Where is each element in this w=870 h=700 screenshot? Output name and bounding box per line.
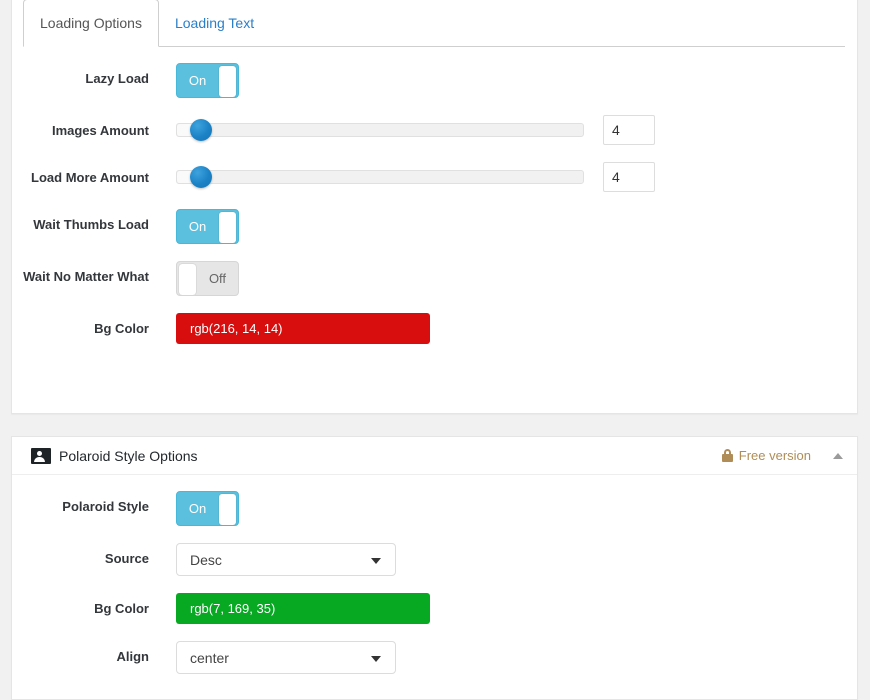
loading-bg-color-label: Bg Color bbox=[94, 321, 149, 336]
row-polaroid-bg-color: Bg Color rgb(7, 169, 35) bbox=[12, 593, 857, 624]
row-load-more-amount: Load More Amount bbox=[12, 162, 857, 192]
images-amount-input[interactable] bbox=[603, 115, 655, 145]
polaroid-card-icon bbox=[31, 447, 51, 464]
polaroid-header-actions: Free version bbox=[721, 448, 843, 463]
toggle-knob bbox=[179, 264, 196, 295]
load-more-amount-slider[interactable] bbox=[176, 166, 584, 188]
polaroid-options-form: Polaroid Style On Source Desc Bg Color r… bbox=[12, 475, 857, 674]
images-amount-control bbox=[149, 115, 857, 145]
row-images-amount: Images Amount bbox=[12, 115, 857, 145]
settings-screen: Loading Options Loading Text Lazy Load O… bbox=[0, 0, 870, 700]
row-source: Source Desc bbox=[12, 543, 857, 576]
tab-bar: Loading Options Loading Text bbox=[12, 0, 857, 47]
free-version-label: Free version bbox=[738, 448, 811, 463]
row-wait-no-matter-what: Wait No Matter What Off bbox=[12, 261, 857, 296]
loading-bg-color-value: rgb(216, 14, 14) bbox=[190, 321, 283, 336]
row-align: Align center bbox=[12, 641, 857, 674]
lazy-load-toggle[interactable]: On bbox=[176, 63, 239, 98]
load-more-amount-control bbox=[149, 162, 857, 192]
align-label: Align bbox=[116, 649, 150, 664]
load-more-amount-slider-wrap bbox=[176, 162, 857, 192]
tab-loading-options-label: Loading Options bbox=[40, 15, 142, 31]
polaroid-bg-color-value: rgb(7, 169, 35) bbox=[190, 601, 276, 616]
polaroid-style-options-panel: Polaroid Style Options Free version Pola… bbox=[11, 436, 858, 700]
polaroid-style-toggle-label: On bbox=[188, 501, 207, 516]
chevron-down-icon bbox=[371, 655, 381, 662]
polaroid-style-control: On bbox=[149, 491, 857, 526]
source-select[interactable]: Desc bbox=[176, 543, 396, 576]
source-label: Source bbox=[104, 551, 149, 566]
loading-bg-color-swatch[interactable]: rgb(216, 14, 14) bbox=[176, 313, 430, 344]
polaroid-panel-title: Polaroid Style Options bbox=[31, 447, 198, 464]
source-control: Desc bbox=[149, 543, 857, 576]
toggle-knob bbox=[219, 66, 236, 97]
wait-no-matter-what-toggle[interactable]: Off bbox=[176, 261, 239, 296]
polaroid-bg-color-label: Bg Color bbox=[94, 601, 149, 616]
row-polaroid-style: Polaroid Style On bbox=[12, 491, 857, 526]
images-amount-slider-wrap bbox=[176, 115, 857, 145]
align-select-value: center bbox=[190, 649, 229, 666]
loading-bg-color-control: rgb(216, 14, 14) bbox=[149, 313, 857, 344]
toggle-knob bbox=[219, 494, 236, 525]
wait-thumbs-load-toggle-label: On bbox=[188, 219, 207, 234]
polaroid-style-label: Polaroid Style bbox=[62, 499, 149, 514]
row-lazy-load: Lazy Load On bbox=[12, 63, 857, 98]
align-control: center bbox=[149, 641, 857, 674]
lock-icon bbox=[721, 449, 733, 462]
images-amount-slider[interactable] bbox=[176, 119, 584, 141]
slider-handle[interactable] bbox=[190, 166, 213, 188]
load-more-amount-input[interactable] bbox=[603, 162, 655, 192]
source-select-value: Desc bbox=[190, 551, 222, 568]
wait-no-matter-what-toggle-label: Off bbox=[208, 271, 227, 286]
polaroid-panel-header[interactable]: Polaroid Style Options Free version bbox=[12, 437, 857, 475]
tab-loading-text-label: Loading Text bbox=[174, 15, 255, 31]
lock-body bbox=[721, 454, 733, 462]
polaroid-panel-title-label: Polaroid Style Options bbox=[59, 447, 198, 464]
polaroid-style-toggle[interactable]: On bbox=[176, 491, 239, 526]
wait-thumbs-load-label: Wait Thumbs Load bbox=[33, 217, 149, 232]
images-amount-label: Images Amount bbox=[51, 123, 149, 138]
polaroid-bg-color-control: rgb(7, 169, 35) bbox=[149, 593, 857, 624]
row-wait-thumbs-load: Wait Thumbs Load On bbox=[12, 209, 857, 244]
lazy-load-control: On bbox=[149, 63, 857, 98]
row-loading-bg-color: Bg Color rgb(216, 14, 14) bbox=[12, 313, 857, 344]
slider-handle[interactable] bbox=[190, 119, 213, 141]
free-version-badge[interactable]: Free version bbox=[721, 448, 811, 463]
lazy-load-toggle-label: On bbox=[188, 73, 207, 88]
wait-no-matter-what-control: Off bbox=[149, 261, 857, 296]
align-select[interactable]: center bbox=[176, 641, 396, 674]
tab-loading-options[interactable]: Loading Options bbox=[23, 0, 159, 47]
toggle-knob bbox=[219, 212, 236, 243]
tab-loading-text[interactable]: Loading Text bbox=[159, 0, 270, 46]
chevron-down-icon bbox=[371, 557, 381, 564]
loading-options-form: Lazy Load On Images Amount 4 Load More A… bbox=[12, 47, 857, 344]
triangle-up-icon[interactable] bbox=[833, 452, 843, 459]
lazy-load-label: Lazy Load bbox=[85, 71, 149, 86]
wait-thumbs-load-toggle[interactable]: On bbox=[176, 209, 239, 244]
wait-no-matter-what-label: Wait No Matter What bbox=[23, 269, 149, 284]
wait-thumbs-load-control: On bbox=[149, 209, 857, 244]
polaroid-bg-color-swatch[interactable]: rgb(7, 169, 35) bbox=[176, 593, 430, 624]
loading-options-panel: Loading Options Loading Text Lazy Load O… bbox=[11, 0, 858, 414]
load-more-amount-label: Load More Amount bbox=[31, 170, 149, 185]
